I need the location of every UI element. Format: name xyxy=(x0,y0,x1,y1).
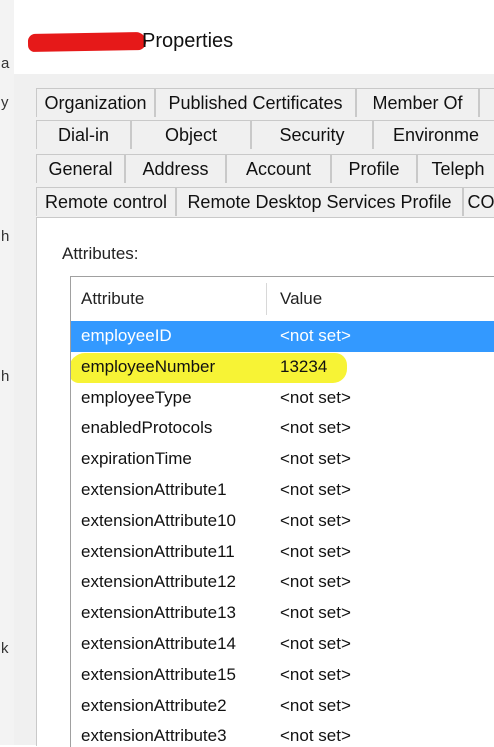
tab-account[interactable]: Account xyxy=(226,154,331,183)
attribute-value: <not set> xyxy=(280,479,351,499)
window-title: Properties xyxy=(142,30,234,52)
title-bar: Properties xyxy=(14,0,494,74)
attribute-value: <not set> xyxy=(280,603,351,623)
attribute-value: <not set> xyxy=(280,510,351,530)
tab-profile[interactable]: Profile xyxy=(331,154,417,183)
attribute-name: employeeID xyxy=(81,326,172,345)
list-item-employeenumber[interactable]: employeeNumber 13234 xyxy=(71,352,494,383)
tab-organization[interactable]: Organization xyxy=(36,88,155,117)
column-header-value[interactable]: Value xyxy=(280,277,322,321)
tab-row-3: General Address Account Profile Teleph xyxy=(36,154,494,184)
redaction-mark xyxy=(27,31,147,53)
background-glyph: y xyxy=(1,94,9,111)
tab-row-1: Organization Published Certificates Memb… xyxy=(36,88,494,118)
tab-row-4: Remote control Remote Desktop Services P… xyxy=(36,187,494,217)
tab-published-certificates[interactable]: Published Certificates xyxy=(155,88,356,117)
tab-environment[interactable]: Environme xyxy=(373,120,494,149)
list-item[interactable]: extensionAttribute2 <not set> xyxy=(71,691,494,722)
list-item[interactable]: extensionAttribute11 <not set> xyxy=(71,537,494,568)
attribute-value: <not set> xyxy=(280,449,351,469)
tab-address[interactable]: Address xyxy=(125,154,226,183)
attributes-label: Attributes: xyxy=(62,244,139,263)
list-item[interactable]: extensionAttribute13 <not set> xyxy=(71,598,494,629)
attribute-name: extensionAttribute1 xyxy=(81,479,227,499)
attribute-name: extensionAttribute2 xyxy=(81,695,227,715)
attribute-editor-panel: Attributes: Attribute Value employeeID <… xyxy=(36,217,494,747)
list-item[interactable]: extensionAttribute10 <not set> xyxy=(71,506,494,537)
background-glyph: h xyxy=(1,368,10,385)
list-item[interactable]: extensionAttribute14 <not set> xyxy=(71,629,494,660)
list-item[interactable]: enabledProtocols <not set> xyxy=(71,413,494,444)
attribute-value: <not set> xyxy=(280,541,351,561)
attribute-name: extensionAttribute15 xyxy=(81,664,236,684)
attribute-value: <not set> xyxy=(280,633,351,653)
list-item[interactable]: employeeType <not set> xyxy=(71,383,494,414)
attribute-value: <not set> xyxy=(280,695,351,715)
attribute-name: expirationTime xyxy=(81,449,192,469)
tab-general[interactable]: General xyxy=(36,154,125,183)
tab-com-plus[interactable]: CO xyxy=(463,187,494,216)
attribute-value: <not set> xyxy=(280,418,351,438)
list-item[interactable]: extensionAttribute1 <not set> xyxy=(71,475,494,506)
attribute-name: extensionAttribute3 xyxy=(81,726,227,746)
tab-dial-in[interactable]: Dial-in xyxy=(36,120,131,149)
attribute-rows: employeeID <not set> employeeNumber 1323… xyxy=(71,321,494,747)
background-window-edge: a y h h k xyxy=(0,0,15,745)
attribute-value: <not set> xyxy=(280,726,351,746)
list-item[interactable]: extensionAttribute15 <not set> xyxy=(71,660,494,691)
background-glyph: k xyxy=(1,640,9,657)
column-divider[interactable] xyxy=(266,283,267,315)
tab-member-of[interactable]: Member Of xyxy=(356,88,479,117)
attribute-name: extensionAttribute13 xyxy=(81,603,236,623)
attribute-value: <not set> xyxy=(280,326,351,345)
tab-security[interactable]: Security xyxy=(251,120,373,149)
tab-telephones[interactable]: Teleph xyxy=(417,154,494,183)
background-glyph: h xyxy=(1,228,10,245)
tab-remote-desktop-services-profile[interactable]: Remote Desktop Services Profile xyxy=(176,187,463,216)
tab-row-2: Dial-in Object Security Environme xyxy=(36,120,494,150)
attribute-name: extensionAttribute12 xyxy=(81,572,236,592)
attribute-name: extensionAttribute11 xyxy=(81,541,235,561)
tab-overflow[interactable] xyxy=(479,88,494,117)
attribute-value: <not set> xyxy=(280,572,351,592)
list-item-employeeid[interactable]: employeeID <not set> xyxy=(71,321,494,352)
attribute-name: enabledProtocols xyxy=(81,418,213,438)
list-item[interactable]: extensionAttribute12 <not set> xyxy=(71,567,494,598)
tab-remote-control[interactable]: Remote control xyxy=(36,187,176,216)
attribute-name: extensionAttribute10 xyxy=(81,510,236,530)
attribute-value: <not set> xyxy=(280,387,351,407)
properties-dialog: Properties Organization Published Certif… xyxy=(14,0,494,747)
attributes-list[interactable]: Attribute Value employeeID <not set> emp… xyxy=(70,276,494,747)
attribute-name: employeeType xyxy=(81,387,192,407)
column-header-attribute[interactable]: Attribute xyxy=(81,277,144,321)
attribute-name: employeeNumber xyxy=(81,356,216,376)
list-item[interactable]: extensionAttribute3 <not set> xyxy=(71,721,494,747)
attribute-value: 13234 xyxy=(280,356,328,376)
list-item[interactable]: expirationTime <not set> xyxy=(71,444,494,475)
attribute-value: <not set> xyxy=(280,664,351,684)
tab-object[interactable]: Object xyxy=(131,120,251,149)
background-glyph: a xyxy=(1,55,10,72)
attribute-name: extensionAttribute14 xyxy=(81,633,236,653)
